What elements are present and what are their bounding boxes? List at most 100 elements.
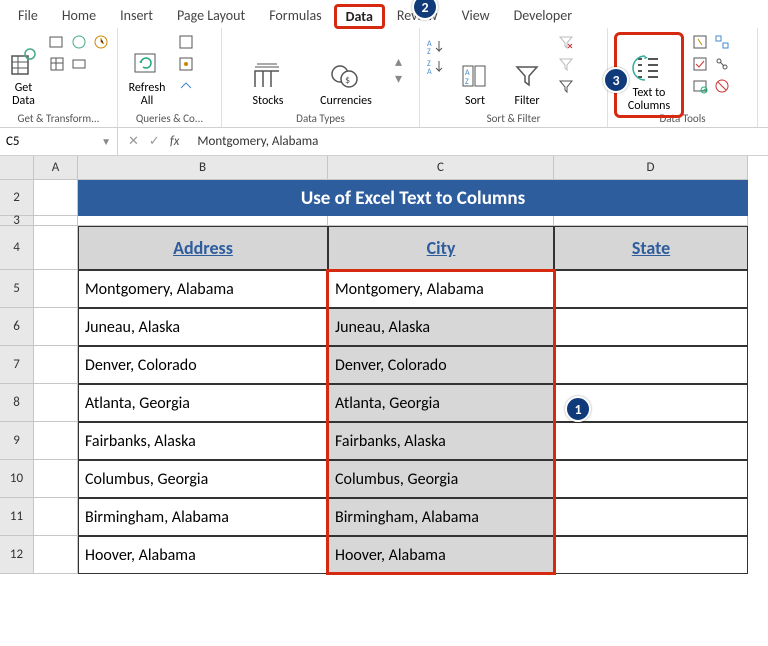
cancel-icon[interactable]: ✕	[128, 134, 139, 149]
cell[interactable]	[328, 216, 554, 226]
table-header[interactable]: Address	[78, 226, 328, 270]
queries-icon[interactable]	[176, 32, 196, 52]
cell[interactable]	[34, 460, 78, 498]
cell[interactable]	[34, 216, 78, 226]
cell[interactable]	[34, 226, 78, 270]
flash-fill-icon[interactable]	[690, 32, 710, 52]
col-header[interactable]: B	[78, 156, 328, 180]
table-cell[interactable]: Juneau, Alaska	[328, 308, 554, 346]
row-header[interactable]: 2	[0, 180, 34, 216]
reapply-icon[interactable]	[556, 54, 576, 74]
scroll-down-icon[interactable]: ▾	[395, 70, 402, 87]
recent-sources-icon[interactable]	[91, 32, 111, 52]
filter-button[interactable]: Filter	[504, 32, 550, 108]
cell[interactable]	[34, 536, 78, 574]
table-cell[interactable]: Birmingham, Alabama	[328, 498, 554, 536]
col-header[interactable]: D	[554, 156, 748, 180]
edit-links-icon[interactable]	[176, 76, 196, 96]
cell[interactable]	[34, 498, 78, 536]
row-header[interactable]: 11	[0, 498, 34, 536]
col-header[interactable]: A	[34, 156, 78, 180]
cell[interactable]	[554, 216, 748, 226]
stocks-button[interactable]: Stocks	[239, 32, 297, 108]
tab-view[interactable]: View	[450, 3, 502, 28]
refresh-all-button[interactable]: Refresh All	[124, 32, 170, 108]
table-cell[interactable]: Columbus, Georgia	[78, 460, 328, 498]
sort-asc-button[interactable]: AZ	[426, 38, 446, 56]
tab-developer[interactable]: Developer	[502, 3, 584, 28]
table-cell[interactable]	[554, 536, 748, 574]
table-cell[interactable]: Montgomery, Alabama	[78, 270, 328, 308]
cell[interactable]	[34, 180, 78, 216]
sort-desc-button[interactable]: ZA	[426, 58, 446, 76]
table-header[interactable]: State	[554, 226, 748, 270]
row-header[interactable]: 7	[0, 346, 34, 384]
get-data-button[interactable]: Get Data	[6, 32, 41, 108]
tab-insert[interactable]: Insert	[108, 3, 165, 28]
advanced-icon[interactable]	[556, 76, 576, 96]
from-table-icon[interactable]	[47, 54, 67, 74]
row-header[interactable]: 9	[0, 422, 34, 460]
consolidate-icon[interactable]	[712, 32, 732, 52]
table-header[interactable]: City	[328, 226, 554, 270]
table-cell[interactable]: Montgomery, Alabama	[328, 270, 554, 308]
row-header[interactable]: 6	[0, 308, 34, 346]
text-to-columns-wrapper: Text to Columns 3	[614, 32, 684, 118]
table-cell[interactable]: Denver, Colorado	[78, 346, 328, 384]
table-cell[interactable]	[554, 308, 748, 346]
tab-data[interactable]: Data	[334, 4, 385, 29]
remove-duplicates-icon[interactable]	[690, 54, 710, 74]
tab-formulas[interactable]: Formulas	[257, 3, 333, 28]
cell[interactable]	[34, 422, 78, 460]
table-cell[interactable]	[554, 270, 748, 308]
row-header[interactable]: 8	[0, 384, 34, 422]
table-cell[interactable]: Hoover, Alabama	[78, 536, 328, 574]
currencies-button[interactable]: $ Currencies	[317, 32, 375, 108]
data-validation-icon[interactable]	[690, 76, 710, 96]
manage-data-model-icon[interactable]	[712, 76, 732, 96]
cell[interactable]	[34, 308, 78, 346]
formula-input[interactable]: Montgomery, Alabama	[189, 134, 318, 149]
sheet-title[interactable]: Use of Excel Text to Columns	[78, 180, 748, 216]
table-cell[interactable]	[554, 498, 748, 536]
col-header[interactable]: C	[328, 156, 554, 180]
tab-page-layout[interactable]: Page Layout	[165, 3, 257, 28]
enter-icon[interactable]: ✓	[149, 134, 160, 149]
scroll-up-icon[interactable]: ▴	[395, 53, 402, 70]
table-cell[interactable]: Birmingham, Alabama	[78, 498, 328, 536]
select-all-corner[interactable]	[0, 156, 34, 180]
row-header[interactable]: 10	[0, 460, 34, 498]
tab-file[interactable]: File	[6, 3, 50, 28]
table-cell[interactable]: Atlanta, Georgia	[328, 384, 554, 422]
cell[interactable]	[34, 270, 78, 308]
table-cell[interactable]: Columbus, Georgia	[328, 460, 554, 498]
from-text-icon[interactable]	[47, 32, 67, 52]
row-header[interactable]: 12	[0, 536, 34, 574]
cell[interactable]	[78, 216, 328, 226]
table-cell[interactable]: Fairbanks, Alaska	[78, 422, 328, 460]
row-header[interactable]: 5	[0, 270, 34, 308]
stocks-icon	[251, 59, 285, 93]
name-box-dropdown-icon[interactable]: ▼	[101, 135, 111, 148]
fx-icon[interactable]: fx	[170, 134, 180, 149]
name-box[interactable]: C5▼	[0, 128, 118, 155]
table-cell[interactable]	[554, 422, 748, 460]
relationships-icon[interactable]	[712, 54, 732, 74]
existing-connections-icon[interactable]	[69, 54, 89, 74]
properties-icon[interactable]	[176, 54, 196, 74]
table-cell[interactable]: Hoover, Alabama	[328, 536, 554, 574]
table-cell[interactable]: Fairbanks, Alaska	[328, 422, 554, 460]
tab-home[interactable]: Home	[50, 3, 108, 28]
row-header[interactable]: 4	[0, 226, 34, 270]
clear-filter-icon[interactable]	[556, 32, 576, 52]
row-header[interactable]: 3	[0, 216, 34, 226]
cell[interactable]	[34, 346, 78, 384]
table-cell[interactable]	[554, 346, 748, 384]
table-cell[interactable]: Juneau, Alaska	[78, 308, 328, 346]
cell[interactable]	[34, 384, 78, 422]
sort-button[interactable]: AZ Sort	[452, 32, 498, 108]
table-cell[interactable]: Atlanta, Georgia	[78, 384, 328, 422]
table-cell[interactable]	[554, 460, 748, 498]
table-cell[interactable]: Denver, Colorado	[328, 346, 554, 384]
from-web-icon[interactable]	[69, 32, 89, 52]
